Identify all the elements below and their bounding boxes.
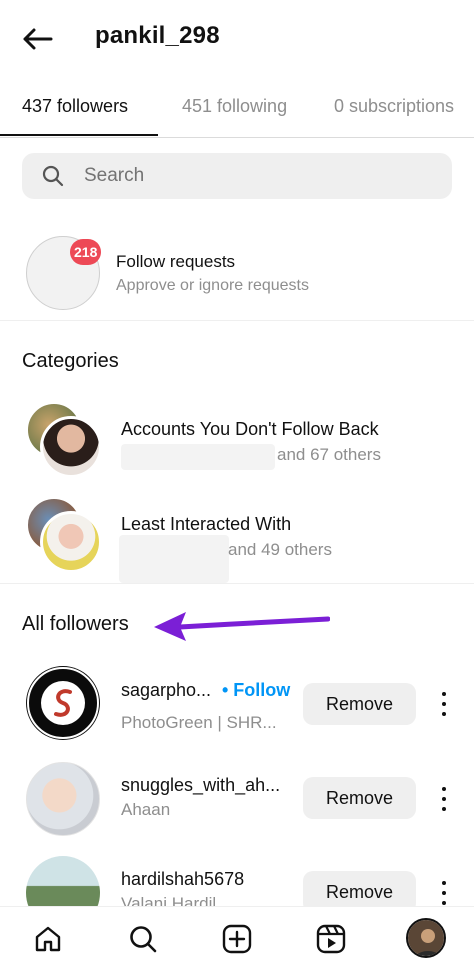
categories-heading: Categories <box>22 350 119 372</box>
divider <box>0 320 474 321</box>
category-avatar-stack <box>26 497 106 577</box>
category-title[interactable]: Least Interacted With <box>121 514 291 535</box>
follower-fullname: Ahaan <box>121 800 171 819</box>
follower-fullname: PhotoGreen | SHR... <box>121 713 277 732</box>
tab-bar: 437 followers 451 following 0 subscripti… <box>0 82 474 138</box>
annotation-arrow-icon <box>154 612 330 641</box>
blurred-names <box>121 444 275 470</box>
header: pankil_298 <box>0 0 474 78</box>
avatar[interactable] <box>26 666 100 740</box>
blurred-names <box>119 535 229 583</box>
follower-username[interactable]: snuggles_with_ah... <box>121 775 280 796</box>
follow-requests-title[interactable]: Follow requests <box>116 252 235 272</box>
active-tab-indicator <box>0 134 158 136</box>
all-followers-heading: All followers <box>22 613 129 635</box>
follower-username[interactable]: sagarpho... <box>121 680 211 701</box>
divider <box>0 583 474 584</box>
follow-link[interactable]: • Follow <box>222 680 290 701</box>
more-options-icon[interactable] <box>434 692 454 716</box>
avatar <box>40 416 102 478</box>
category-subtitle: and 67 others <box>277 445 381 464</box>
remove-button[interactable]: Remove <box>303 683 416 725</box>
follow-requests-subtitle: Approve or ignore requests <box>116 277 309 294</box>
tab-subscriptions[interactable]: 0 subscriptions <box>334 96 454 117</box>
shree-sagar-logo <box>27 667 99 739</box>
profile-avatar[interactable] <box>406 918 446 958</box>
search-icon[interactable] <box>125 921 161 957</box>
more-options-icon[interactable] <box>434 881 454 905</box>
home-icon[interactable] <box>30 921 66 957</box>
avatar <box>40 511 102 573</box>
avatar[interactable] <box>26 762 100 836</box>
category-avatar-stack <box>26 402 106 482</box>
reels-icon[interactable] <box>313 921 349 957</box>
search-input[interactable]: Search <box>22 153 452 199</box>
page-title: pankil_298 <box>95 22 220 49</box>
category-subtitle: and 49 others <box>228 540 332 559</box>
follower-username[interactable]: hardilshah5678 <box>121 869 244 890</box>
bottom-nav <box>0 906 474 970</box>
tab-following[interactable]: 451 following <box>182 96 287 117</box>
category-title[interactable]: Accounts You Don't Follow Back <box>121 419 379 440</box>
remove-button[interactable]: Remove <box>303 777 416 819</box>
back-arrow-icon[interactable] <box>18 22 56 56</box>
more-options-icon[interactable] <box>434 787 454 811</box>
requests-count-badge: 218 <box>70 239 102 265</box>
create-icon[interactable] <box>219 921 255 957</box>
tab-followers[interactable]: 437 followers <box>22 96 128 117</box>
search-icon <box>42 165 64 192</box>
search-placeholder: Search <box>84 165 145 186</box>
